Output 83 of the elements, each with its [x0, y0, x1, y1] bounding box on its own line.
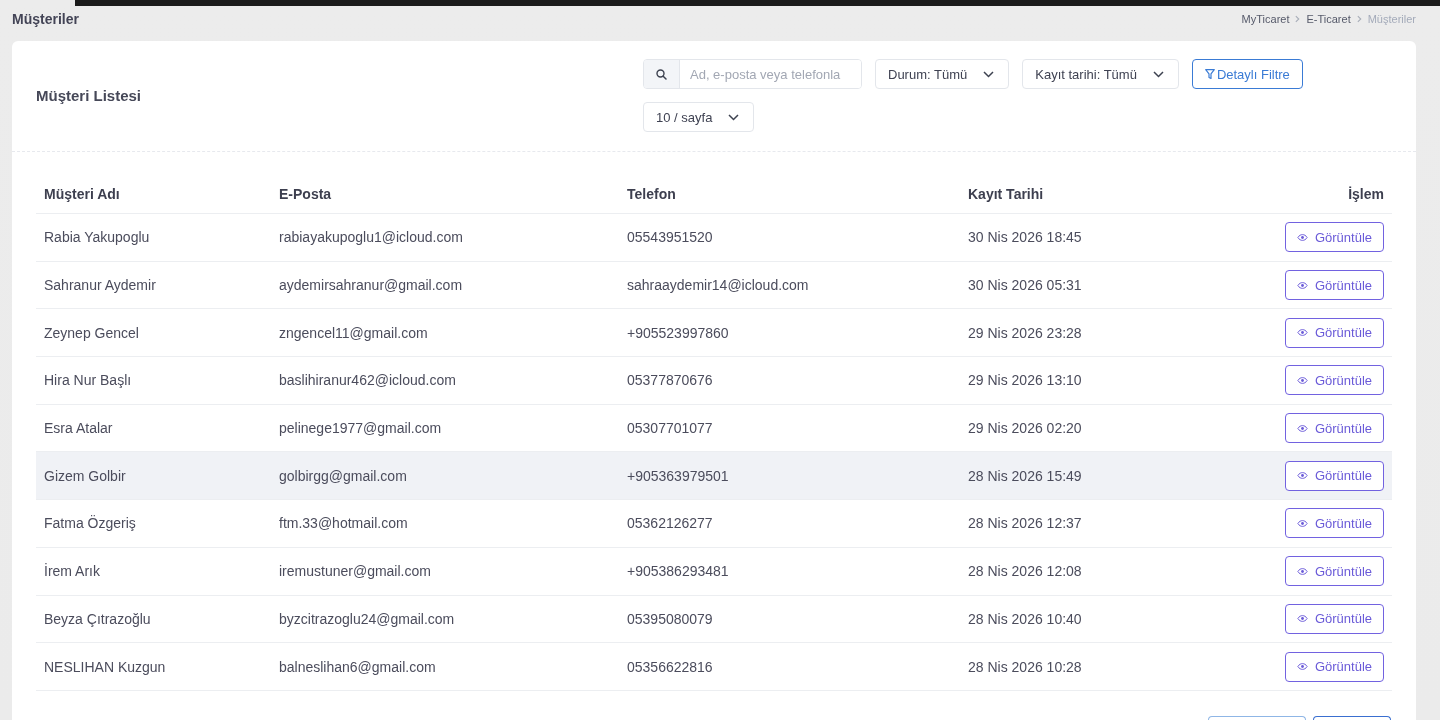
table-cell-text: 28 Nis 2026 15:49 [967, 467, 1083, 484]
table-cell-text: 28 Nis 2026 10:40 [967, 610, 1083, 627]
table-cell-text: Zeynep Gencel [43, 324, 140, 341]
chevron-down-icon [1152, 70, 1164, 78]
table-cell-text: 29 Nis 2026 23:28 [967, 324, 1083, 341]
table-cell-text: +905363979501 [626, 467, 730, 484]
view-button[interactable]: Görüntüle [1285, 603, 1384, 634]
table-cell-text: Gizem Golbir [43, 467, 127, 484]
eye-icon [1296, 424, 1308, 432]
table-cell-text: +905386293481 [626, 563, 730, 580]
eye-icon [1296, 663, 1308, 671]
view-button[interactable]: Görüntüle [1285, 317, 1384, 348]
table-cell-text: Hira Nur Başlı [43, 372, 133, 389]
table-cell-text: iremustuner@gmail.com [278, 563, 432, 580]
dropdown-button[interactable]: 10 / sayfa [643, 102, 755, 132]
filter-button[interactable]: Detaylı Filtre [1191, 59, 1303, 89]
breadcrumb-link[interactable]: E-Ticaret [1306, 12, 1351, 25]
table-cell-text: Esra Atalar [43, 420, 114, 437]
chevron-right-icon [1356, 14, 1362, 23]
table-cell-text: golbirgg@gmail.com [278, 467, 408, 484]
eye-icon [1296, 233, 1308, 241]
card-title: Müşteri Listesi [36, 87, 142, 104]
table-cell-text: Sahranur Aydemir [43, 277, 157, 294]
eye-icon [1296, 376, 1308, 384]
search-field[interactable]: Ad, e-posta veya telefonla [643, 59, 862, 89]
table-cell-text: sahraaydemir14@icloud.com [626, 277, 810, 294]
eye-icon [1296, 615, 1308, 623]
chevron-right-icon [1295, 14, 1301, 23]
view-button[interactable]: Görüntüle [1285, 270, 1384, 301]
table-cell-text: Rabia Yakupoglu [43, 229, 151, 246]
table-cell-text: ftm.33@hotmail.com [278, 515, 409, 532]
table-cell-text: Beyza Çıtrazoğlu [43, 610, 152, 627]
column-header: İşlem [1347, 185, 1385, 202]
table-cell-text: 28 Nis 2026 12:37 [967, 515, 1083, 532]
table-cell-text: 28 Nis 2026 10:28 [967, 658, 1083, 675]
column-header: Telefon [626, 185, 677, 202]
chevron-down-icon [983, 70, 995, 78]
table-cell-text: zngencel11@gmail.com [278, 324, 429, 341]
table-cell-text: 29 Nis 2026 13:10 [967, 372, 1083, 389]
pagination-button[interactable] [1313, 715, 1391, 720]
dropdown-button[interactable]: Durum: Tümü [875, 59, 1010, 89]
view-button[interactable]: Görüntüle [1285, 222, 1384, 253]
table-cell-text: baslihiranur462@icloud.com [278, 372, 457, 389]
table-cell-text: İrem Arık [43, 563, 101, 580]
table-cell-text: 05362126277 [626, 515, 714, 532]
column-header: Müşteri Adı [43, 185, 121, 202]
view-button[interactable]: Görüntüle [1285, 556, 1384, 587]
table-cell-text: 05377870676 [626, 372, 714, 389]
view-button[interactable]: Görüntüle [1285, 651, 1384, 682]
table-cell-text: Fatma Özgeriş [43, 515, 137, 532]
column-header: E-Posta [278, 185, 333, 202]
breadcrumb-link[interactable]: MyTicaret [1241, 12, 1290, 25]
view-button[interactable]: Görüntüle [1285, 460, 1384, 491]
table-cell-text: 30 Nis 2026 05:31 [967, 277, 1083, 294]
table-cell-text: pelinege1977@gmail.com [278, 420, 443, 437]
table-cell-text: balneslihan6@gmail.com [278, 658, 437, 675]
eye-icon [1296, 519, 1308, 527]
search-icon [656, 68, 667, 80]
dropdown-button[interactable]: Kayıt tarihi: Tümü [1022, 59, 1179, 89]
table-cell-text: byzcitrazoglu24@gmail.com [278, 610, 456, 627]
table-cell-text: NESLIHAN Kuzgun [43, 658, 167, 675]
table-cell-text: 29 Nis 2026 02:20 [967, 420, 1083, 437]
view-button[interactable]: Görüntüle [1285, 508, 1384, 539]
page-title: Müşteriler [12, 10, 79, 27]
eye-icon [1296, 329, 1308, 337]
table-cell-text: 05307701077 [626, 420, 714, 437]
table-cell-text: 28 Nis 2026 12:08 [967, 563, 1083, 580]
view-button[interactable]: Görüntüle [1285, 365, 1384, 396]
table-cell-text: 05395080079 [626, 610, 714, 627]
eye-icon [1296, 281, 1308, 289]
table-cell-text: aydemirsahranur@gmail.com [278, 277, 464, 294]
breadcrumb-current: Müşteriler [1367, 12, 1416, 25]
column-header: Kayıt Tarihi [967, 185, 1045, 202]
table-cell-text: +905523997860 [626, 324, 730, 341]
table-cell-text: 05356622816 [626, 658, 714, 675]
eye-icon [1296, 567, 1308, 575]
chevron-down-icon [728, 113, 740, 121]
table-cell-text: 05543951520 [626, 229, 714, 246]
table-cell-text: 30 Nis 2026 18:45 [967, 229, 1083, 246]
table-cell-text: rabiayakupoglu1@icloud.com [278, 229, 464, 246]
eye-icon [1296, 472, 1308, 480]
view-button[interactable]: Görüntüle [1285, 413, 1384, 444]
funnel-icon [1204, 68, 1215, 80]
